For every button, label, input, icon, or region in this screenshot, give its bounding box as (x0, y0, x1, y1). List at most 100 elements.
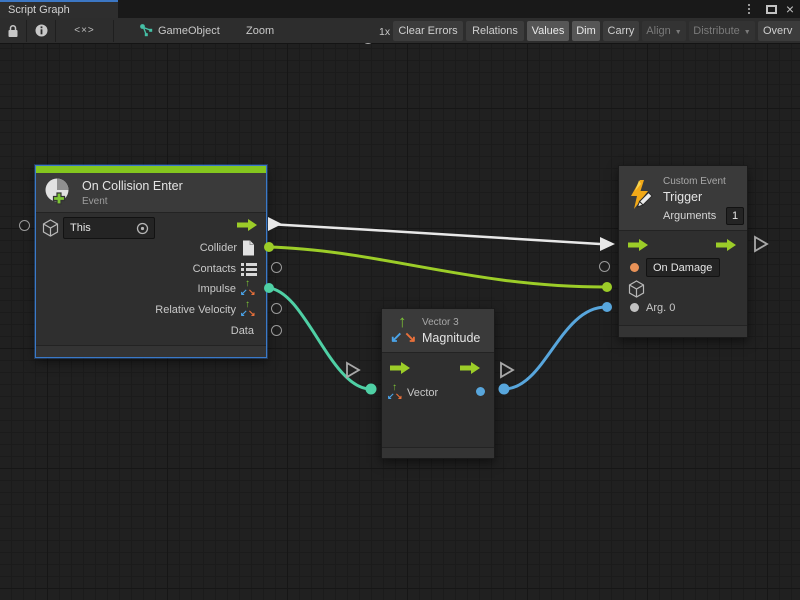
output-port-relative-velocity[interactable] (271, 303, 282, 314)
info-button[interactable] (27, 18, 55, 43)
distribute-dropdown-button[interactable]: Distribute ▼ (689, 21, 755, 41)
list-icon (241, 262, 257, 276)
output-port-contacts[interactable] (271, 262, 282, 273)
flow-output-port[interactable] (236, 218, 258, 232)
chevron-down-icon: ▼ (675, 29, 682, 36)
self-target-field[interactable]: This (63, 217, 155, 239)
flow-output-port[interactable] (459, 361, 481, 375)
overview-button[interactable]: Overv (758, 21, 800, 41)
port-label: Relative Velocity (155, 304, 236, 316)
script-graph-window: Script Graph × <×> (0, 0, 800, 600)
wire-endpoint[interactable] (499, 384, 510, 395)
kebab-menu-icon[interactable] (742, 0, 756, 18)
object-picker-icon[interactable] (136, 222, 149, 235)
node-title: Magnitude (422, 331, 480, 345)
node-custom-event-trigger[interactable]: Custom Event Trigger Arguments 1 On Dama… (618, 165, 748, 338)
zoom-value: 1x (379, 26, 390, 38)
arguments-count-field[interactable]: 1 (726, 207, 744, 225)
port-row-impulse[interactable]: Impulse ↑ ↙ ↘ (197, 279, 256, 299)
wire-impulse[interactable] (268, 288, 370, 389)
node-subtitle: Event (82, 196, 108, 207)
align-dropdown-button[interactable]: Align ▼ (642, 21, 686, 41)
event-name-field[interactable]: On Damage (646, 258, 720, 277)
wire-magnitude[interactable] (504, 307, 606, 389)
input-port-self[interactable] (19, 220, 30, 231)
port-row-collider[interactable]: Collider (200, 238, 255, 258)
chevron-down-icon: ▼ (744, 29, 751, 36)
tab-bar: Script Graph × (0, 0, 800, 18)
wire-endpoint[interactable] (366, 384, 377, 395)
vector3-icon: ↑ ↙ ↘ (391, 313, 417, 347)
port-label: Collider (200, 242, 237, 254)
vector3-icon: ↑ ↙ ↘ (388, 385, 403, 401)
vector3-icon: ↑ ↙ ↘ (241, 281, 256, 297)
wire-endpoint[interactable] (602, 282, 612, 292)
event-icon (43, 176, 73, 208)
flow-output-marker[interactable] (755, 237, 767, 251)
code-brackets-icon: <×> (74, 25, 95, 36)
node-header: Custom Event Trigger Arguments 1 (619, 166, 747, 231)
tab-script-graph[interactable]: Script Graph (0, 0, 118, 18)
output-port-data[interactable] (271, 325, 282, 336)
gameobject-cube-icon (628, 280, 645, 298)
code-preview-button[interactable]: <×> (56, 18, 113, 43)
node-category: Vector 3 (422, 317, 459, 328)
flow-input-port[interactable] (627, 238, 649, 252)
port-label-vector: Vector (407, 387, 438, 399)
node-title: Trigger (663, 190, 702, 204)
graph-toolbar: <×> GameObject Zoom 1x Clear Errors Rela… (0, 18, 800, 44)
close-icon[interactable]: × (782, 0, 798, 18)
values-toggle-button[interactable]: Values (527, 21, 569, 41)
lock-button[interactable] (0, 18, 26, 43)
node-footer (619, 325, 747, 337)
vector-output-port[interactable] (476, 387, 485, 396)
node-footer (382, 447, 494, 458)
event-accent-bar (36, 166, 266, 173)
flow-start-arrow[interactable] (268, 217, 282, 231)
node-header: On Collision Enter Event (36, 173, 266, 213)
arguments-label: Arguments (663, 210, 716, 222)
port-row-relative-velocity[interactable]: Relative Velocity ↑ ↙ ↘ (155, 300, 256, 320)
port-row-contacts[interactable]: Contacts (193, 259, 257, 279)
node-header: ↑ ↙ ↘ Vector 3 Magnitude (382, 309, 494, 353)
node-vector3-magnitude[interactable]: ↑ ↙ ↘ Vector 3 Magnitude ↑ ↙ ↘ Vector (381, 308, 495, 459)
graph-canvas[interactable]: On Collision Enter Event This Collider (0, 44, 800, 600)
arg0-label: Arg. 0 (646, 302, 675, 314)
port-row-data[interactable]: Data (231, 321, 254, 341)
align-label: Align (646, 25, 670, 37)
flow-output-port[interactable] (715, 238, 737, 252)
event-name-port[interactable] (630, 263, 639, 272)
distribute-label: Distribute (693, 25, 739, 37)
node-title: On Collision Enter (82, 179, 183, 193)
node-on-collision-enter[interactable]: On Collision Enter Event This Collider (35, 165, 267, 358)
flow-output-marker[interactable] (501, 363, 513, 377)
port-label: Impulse (197, 283, 236, 295)
info-icon (35, 24, 48, 37)
wire-collider[interactable] (268, 247, 606, 287)
flow-end-arrow[interactable] (600, 237, 615, 251)
breadcrumb-graph-icon (138, 18, 154, 43)
wire-flow[interactable] (268, 224, 600, 244)
clear-errors-button[interactable]: Clear Errors (393, 21, 463, 41)
node-footer (36, 345, 266, 357)
flow-input-port[interactable] (389, 361, 411, 375)
flow-input-marker[interactable] (347, 363, 359, 377)
input-port-event-name[interactable] (599, 261, 610, 272)
arg0-port[interactable] (630, 303, 639, 312)
self-target-value: This (70, 222, 91, 234)
carry-button[interactable]: Carry (603, 21, 639, 41)
port-label: Data (231, 325, 254, 337)
gameobject-cube-icon (42, 219, 59, 237)
dim-toggle-button[interactable]: Dim (572, 21, 600, 41)
node-category: Custom Event (663, 176, 726, 187)
wire-endpoint[interactable] (602, 302, 612, 312)
document-icon (242, 240, 255, 256)
port-label: Contacts (193, 263, 236, 275)
zoom-label: Zoom (246, 25, 274, 37)
custom-event-icon (627, 179, 657, 211)
breadcrumb[interactable]: GameObject (158, 25, 220, 37)
vector3-icon: ↑ ↙ ↘ (241, 302, 256, 318)
relations-button[interactable]: Relations (466, 21, 524, 41)
maximize-icon[interactable] (763, 0, 779, 18)
lock-icon (7, 24, 19, 38)
